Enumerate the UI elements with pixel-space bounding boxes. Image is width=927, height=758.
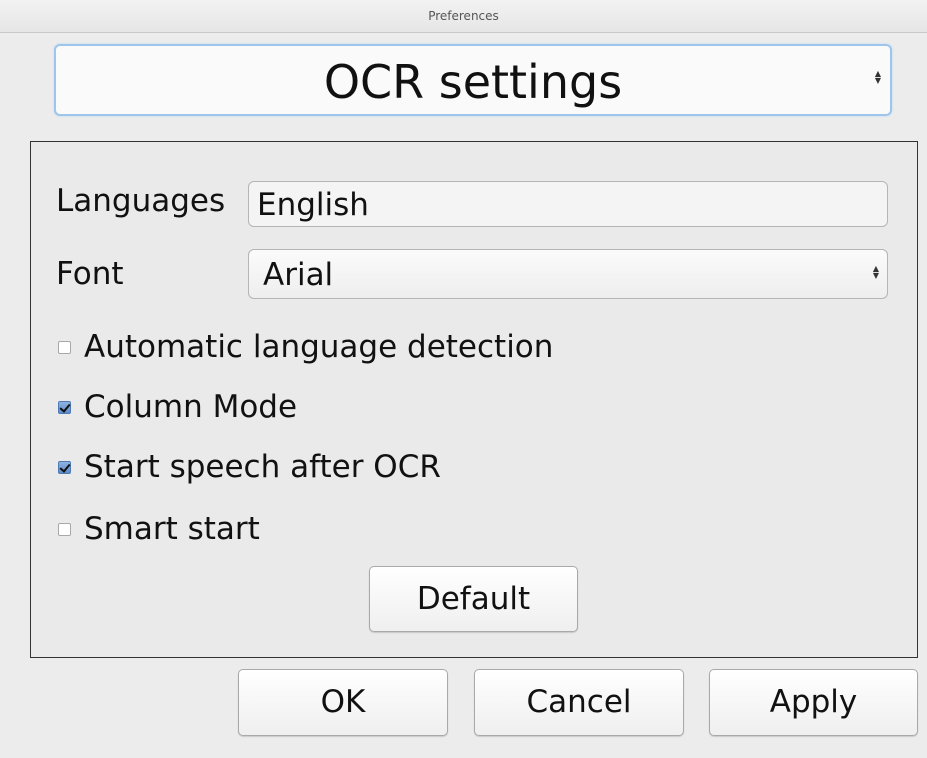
apply-button[interactable]: Apply — [709, 669, 918, 736]
ok-button[interactable]: OK — [238, 669, 448, 736]
start-speech-after-ocr-checkbox[interactable] — [58, 461, 71, 474]
option-label: Column Mode — [84, 389, 298, 425]
option-label: Smart start — [84, 511, 260, 547]
font-label: Font — [56, 256, 124, 292]
settings-category-select[interactable]: OCR settings ▲ ▼ — [54, 44, 892, 116]
smart-start-checkbox[interactable] — [58, 523, 71, 536]
settings-category-label: OCR settings — [323, 55, 623, 109]
languages-field[interactable]: English — [248, 181, 888, 227]
updown-arrows-icon: ▲ ▼ — [872, 264, 880, 280]
window-title: Preferences — [428, 9, 499, 23]
font-select[interactable]: Arial ▲ ▼ — [248, 249, 888, 299]
column-mode-checkbox[interactable] — [58, 401, 71, 414]
updown-arrows-icon: ▲ ▼ — [874, 69, 882, 85]
default-button[interactable]: Default — [369, 566, 578, 632]
option-label: Start speech after OCR — [84, 449, 441, 485]
languages-label: Languages — [56, 183, 226, 219]
option-label: Automatic language detection — [84, 329, 554, 365]
languages-value: English — [257, 187, 369, 223]
font-value: Arial — [263, 257, 334, 293]
automatic-language-detection-checkbox[interactable] — [58, 341, 71, 354]
cancel-button[interactable]: Cancel — [474, 669, 684, 736]
window-titlebar[interactable]: Preferences — [0, 0, 927, 33]
